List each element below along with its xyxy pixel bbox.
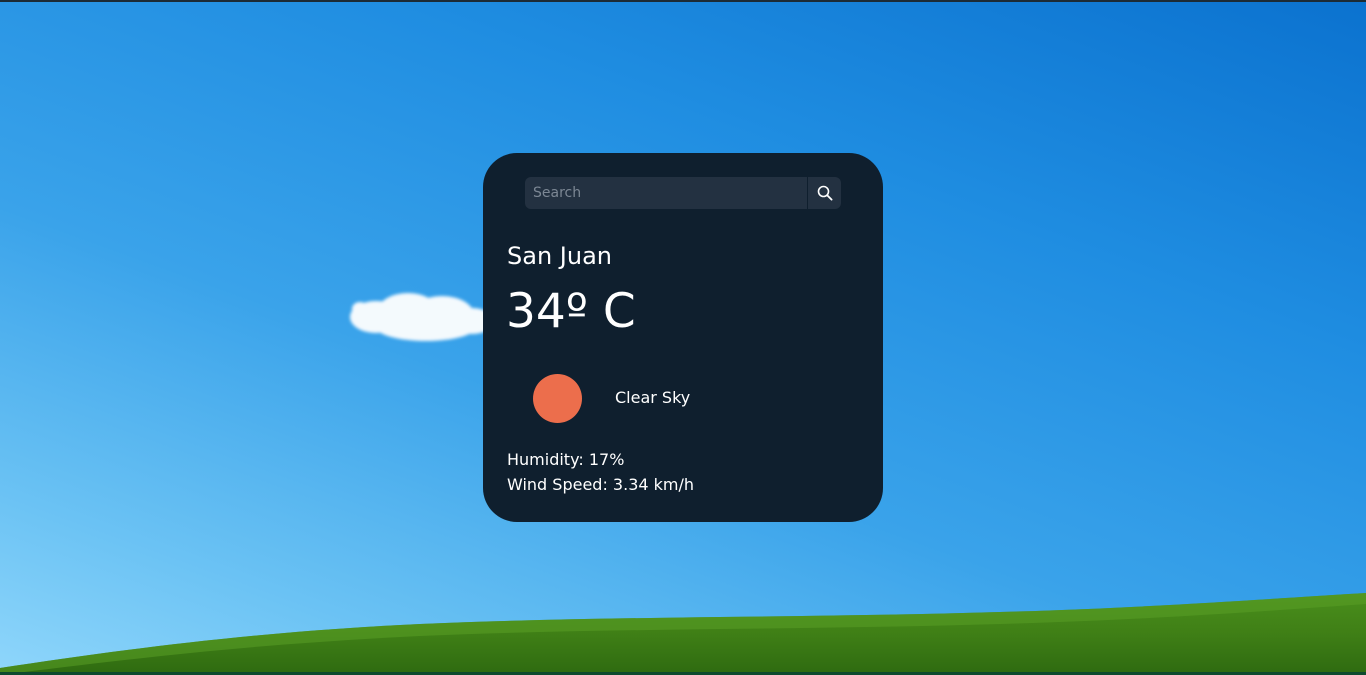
search-icon	[817, 185, 833, 201]
temperature: 34º C	[506, 284, 636, 339]
search-input[interactable]	[525, 177, 807, 209]
wind-speed-readout: Wind Speed: 3.34 km/h	[507, 475, 695, 494]
search-bar	[525, 177, 841, 209]
cloud-decoration	[350, 293, 494, 341]
search-button[interactable]	[808, 177, 841, 209]
weather-description: Clear Sky	[615, 388, 691, 407]
weather-card: San Juan 34º C Clear Sky Humidity: 17% W…	[483, 153, 883, 522]
top-border	[0, 0, 1366, 2]
grass-hill	[0, 593, 1366, 675]
city-name: San Juan	[507, 242, 612, 270]
sun-icon	[533, 374, 582, 423]
humidity-readout: Humidity: 17%	[507, 450, 625, 469]
